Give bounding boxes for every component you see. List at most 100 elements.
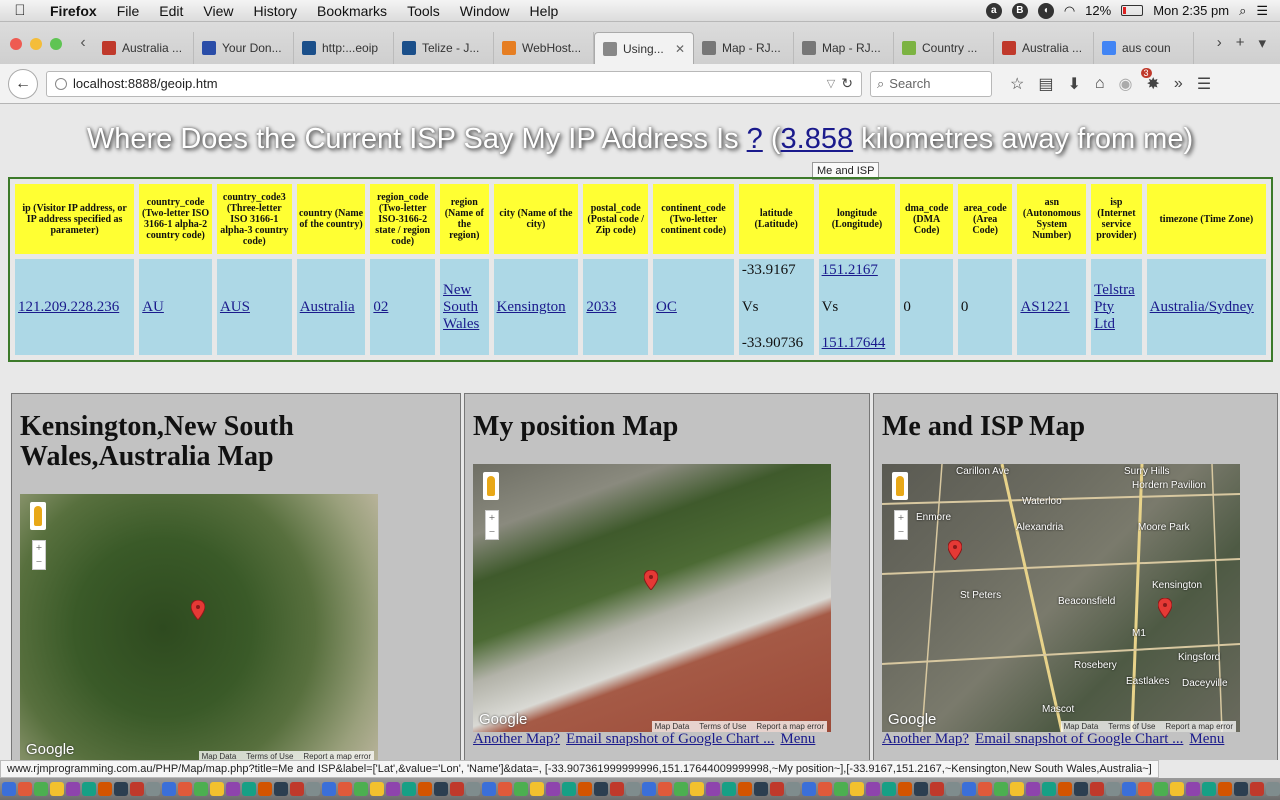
region-code-link[interactable]: 02: [373, 299, 388, 315]
browser-tab[interactable]: http:...eoip: [294, 32, 394, 64]
dock-app-icon[interactable]: [354, 782, 368, 796]
dock-app-icon[interactable]: [50, 782, 64, 796]
dock-app-icon[interactable]: [1202, 782, 1216, 796]
battery-percent[interactable]: 12%: [1085, 3, 1111, 18]
map-marker-icon[interactable]: [644, 570, 658, 590]
menu-tools[interactable]: Tools: [397, 3, 450, 19]
search-placeholder[interactable]: Search: [889, 76, 930, 91]
dock-app-icon[interactable]: [338, 782, 352, 796]
dock-app-icon[interactable]: [914, 782, 928, 796]
report-link[interactable]: Report a map error: [303, 752, 371, 760]
region-link[interactable]: New South Wales: [443, 282, 479, 332]
dock-app-icon[interactable]: [82, 782, 96, 796]
street-view-pegman-icon[interactable]: [483, 472, 499, 500]
street-view-pegman-icon[interactable]: [892, 472, 908, 500]
dock-app-icon[interactable]: [66, 782, 80, 796]
menu-link[interactable]: Menu: [780, 731, 815, 748]
menu-bookmarks[interactable]: Bookmarks: [307, 3, 397, 19]
dock-app-icon[interactable]: [754, 782, 768, 796]
email-snapshot-link[interactable]: Email snapshot of Google Chart ...: [566, 731, 774, 748]
dock-app-icon[interactable]: [594, 782, 608, 796]
dock-app-icon[interactable]: [962, 782, 976, 796]
status-b-icon[interactable]: B: [1011, 2, 1028, 19]
map-data-link[interactable]: Map Data: [202, 752, 237, 760]
question-link[interactable]: ?: [747, 123, 763, 155]
map-marker-icon[interactable]: [191, 600, 205, 620]
browser-tab[interactable]: Your Don...: [194, 32, 294, 64]
dock-app-icon[interactable]: [98, 782, 112, 796]
dock-app-icon[interactable]: [194, 782, 208, 796]
new-tab-icon[interactable]: +: [1236, 34, 1245, 52]
dock-app-icon[interactable]: [434, 782, 448, 796]
dock-app-icon[interactable]: [1010, 782, 1024, 796]
dock-app-icon[interactable]: [306, 782, 320, 796]
my-position-marker-icon[interactable]: [948, 540, 962, 560]
dock-app-icon[interactable]: [978, 782, 992, 796]
close-window-button[interactable]: [10, 38, 22, 50]
report-link[interactable]: Report a map error: [1165, 722, 1233, 731]
isp-link[interactable]: Telstra Pty Ltd: [1094, 282, 1135, 332]
dock-app-icon[interactable]: [2, 782, 16, 796]
dock-app-icon[interactable]: [114, 782, 128, 796]
city-satellite-map[interactable]: + − Google Map Data Terms of Use Report a m…: [20, 494, 378, 760]
dock-app-icon[interactable]: [642, 782, 656, 796]
dock-app-icon[interactable]: [1154, 782, 1168, 796]
longitude-isp-link[interactable]: 151.2167: [822, 262, 893, 279]
dock-app-icon[interactable]: [130, 782, 144, 796]
dock-app-icon[interactable]: [34, 782, 48, 796]
reload-icon[interactable]: ↻: [841, 75, 853, 92]
dock-app-icon[interactable]: [674, 782, 688, 796]
dock-app-icon[interactable]: [386, 782, 400, 796]
reading-list-icon[interactable]: ▤: [1038, 74, 1053, 94]
timezone-link[interactable]: Australia/Sydney: [1150, 299, 1254, 315]
dock-app-icon[interactable]: [1090, 782, 1104, 796]
zoom-in-button[interactable]: +: [486, 511, 498, 525]
city-link[interactable]: Kensington: [497, 299, 566, 315]
dock-app-icon[interactable]: [658, 782, 672, 796]
tab-close-icon[interactable]: ✕: [675, 42, 685, 56]
hamburger-menu-icon[interactable]: ☰: [1197, 74, 1211, 94]
clock[interactable]: Mon 2:35 pm: [1153, 3, 1229, 18]
bookmark-star-icon[interactable]: ☆: [1010, 74, 1024, 94]
dock-app-icon[interactable]: [610, 782, 624, 796]
country-code3-link[interactable]: AUS: [220, 299, 250, 315]
dock-app-icon[interactable]: [818, 782, 832, 796]
tab-list-dropdown-icon[interactable]: ▾: [1258, 34, 1266, 52]
browser-tab[interactable]: Australia ...: [94, 32, 194, 64]
longitude-me-link[interactable]: 151.17644: [822, 335, 893, 352]
dock-app-icon[interactable]: [210, 782, 224, 796]
zoom-window-button[interactable]: [50, 38, 62, 50]
browser-tab[interactable]: Australia ...: [994, 32, 1094, 64]
ip-link[interactable]: 121.209.228.236: [18, 299, 119, 315]
menu-edit[interactable]: Edit: [149, 3, 193, 19]
dock-app-icon[interactable]: [866, 782, 880, 796]
browser-tab[interactable]: Map - RJ...: [794, 32, 894, 64]
another-map-link[interactable]: Another Map?: [473, 731, 560, 748]
dock-app-icon[interactable]: [850, 782, 864, 796]
dock-app-icon[interactable]: [482, 782, 496, 796]
map-data-link[interactable]: Map Data: [1064, 722, 1099, 731]
dock-app-icon[interactable]: [322, 782, 336, 796]
dock-app-icon[interactable]: [946, 782, 960, 796]
dock-app-icon[interactable]: [402, 782, 416, 796]
dock-app-icon[interactable]: [530, 782, 544, 796]
position-satellite-map[interactable]: + − Google Map Data Terms of Use Report a m…: [473, 464, 831, 732]
street-view-pegman-icon[interactable]: [30, 502, 46, 530]
terms-link[interactable]: Terms of Use: [246, 752, 293, 760]
overflow-chevron-icon[interactable]: »: [1174, 75, 1183, 93]
menu-help[interactable]: Help: [520, 3, 569, 19]
dock-app-icon[interactable]: [578, 782, 592, 796]
country-code-link[interactable]: AU: [142, 299, 164, 315]
isp-location-marker-icon[interactable]: [1158, 598, 1172, 618]
dock-app-icon[interactable]: [1186, 782, 1200, 796]
status-app-icon[interactable]: a: [985, 2, 1002, 19]
dock-app-icon[interactable]: [1138, 782, 1152, 796]
minimize-window-button[interactable]: [30, 38, 42, 50]
asn-link[interactable]: AS1221: [1020, 299, 1069, 315]
menu-window[interactable]: Window: [450, 3, 520, 19]
dock-app-icon[interactable]: [898, 782, 912, 796]
dock-app-icon[interactable]: [258, 782, 272, 796]
dock-app-icon[interactable]: [738, 782, 752, 796]
dock-app-icon[interactable]: [1042, 782, 1056, 796]
dock-app-icon[interactable]: [930, 782, 944, 796]
